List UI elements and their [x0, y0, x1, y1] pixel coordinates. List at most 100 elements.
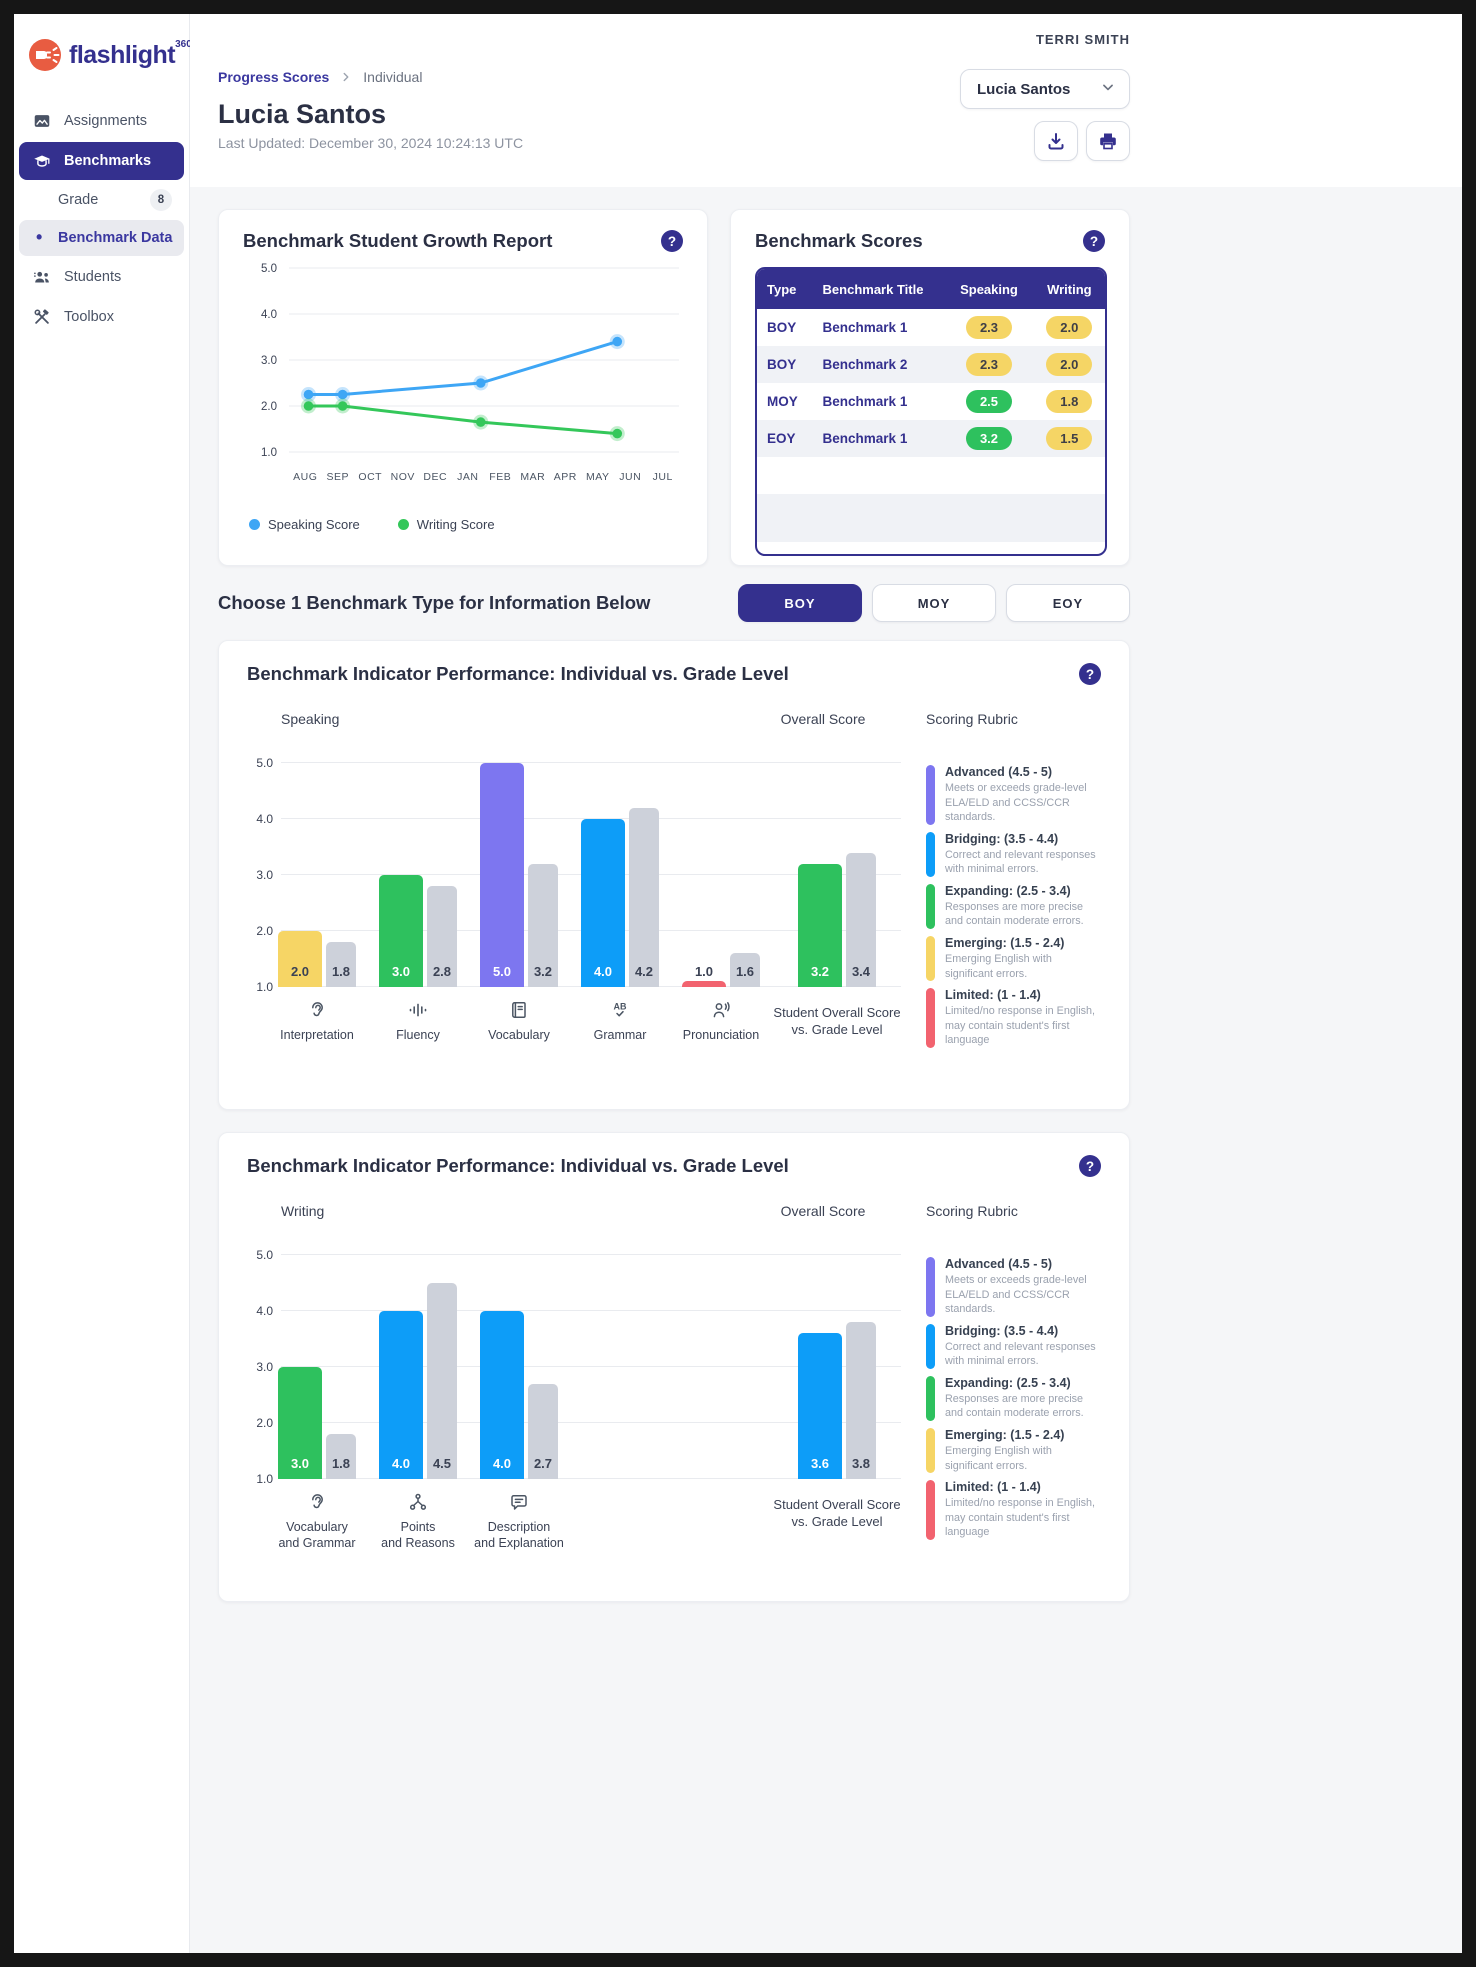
rubric-title: Limited: (1 - 1.4): [945, 1480, 1041, 1495]
gridline: [281, 762, 901, 763]
title-block: Progress Scores Individual Lucia Santos …: [218, 69, 523, 161]
sidebar-item-label: Students: [64, 269, 122, 285]
help-icon[interactable]: ?: [1083, 230, 1105, 252]
rubric-title: Bridging: (3.5 - 4.4): [945, 1323, 1059, 1338]
category-label: Description and Explanation: [459, 1491, 579, 1552]
category-label-line: Student Overall Score: [773, 1497, 901, 1512]
table-row[interactable]: BOY Benchmark 2 2.3 2.0: [757, 346, 1105, 383]
user-name[interactable]: TERRI SMITH: [218, 32, 1130, 47]
rubric-desc: Emerging English with significant errors…: [945, 1444, 1052, 1472]
last-updated: Last Updated: December 30, 2024 10:24:13…: [218, 135, 524, 151]
benchmark-title-link[interactable]: Benchmark 1: [823, 431, 908, 446]
rubric-level-bar: [926, 1257, 935, 1317]
rubric-item: Advanced (4.5 - 5) Meets or exceeds grade…: [926, 1257, 1101, 1317]
legend-swatch: [249, 519, 260, 530]
sidebar-item-label: Benchmark Data: [58, 230, 173, 246]
rubric-level-bar: [926, 831, 935, 877]
category-label-line: Description: [487, 1520, 551, 1534]
rubric-desc: Meets or exceeds grade-level ELA/ELD and…: [945, 782, 1087, 824]
speaking-axis-labels: Interpretation Fluency Vocabulary AB Grammar…: [280, 999, 901, 1085]
grade-level-bar: [427, 1283, 457, 1479]
grade-level-bar: [629, 807, 659, 987]
speaking-score-pill: 2.5: [965, 390, 1012, 413]
breadcrumb-progress-scores[interactable]: Progress Scores: [218, 69, 329, 85]
writing-score-cell: 2.0: [1030, 309, 1105, 346]
speaking-score-cell: 3.2: [944, 420, 1030, 457]
y-tick-label: 2.0: [256, 924, 273, 938]
rubric-title: Expanding: (2.5 - 3.4): [945, 1375, 1071, 1390]
sidebar-item-students[interactable]: Students: [19, 258, 184, 296]
category-label: Student Overall Score vs. Grade Level: [752, 1491, 922, 1531]
writing-performance-card: Benchmark Indicator Performance: Individ…: [218, 1132, 1130, 1602]
bar-value-label: 3.4: [851, 964, 871, 979]
moy-button[interactable]: MOY: [872, 584, 996, 622]
growth-report-card: Benchmark Student Growth Report ? 5.0 4.0…: [218, 209, 708, 566]
y-tick-label: 3.0: [256, 1360, 273, 1374]
help-icon[interactable]: ?: [1079, 1155, 1101, 1177]
boy-button[interactable]: BOY: [738, 584, 862, 622]
benchmark-title-link[interactable]: Benchmark 2: [823, 357, 908, 372]
category-label: Student Overall Score vs. Grade Level: [752, 999, 922, 1039]
student-score-bar: [581, 819, 625, 987]
rubric-level-bar: [926, 1427, 935, 1474]
svg-text:APR: APR: [554, 471, 577, 483]
benchmark-title-link[interactable]: Benchmark 1: [823, 394, 908, 409]
sidebar-item-benchmark-data[interactable]: • Benchmark Data: [19, 220, 184, 256]
category-label-line: vs. Grade Level: [791, 1021, 883, 1037]
download-button[interactable]: [1034, 121, 1078, 161]
rubric-level-bar: [926, 1375, 935, 1421]
y-tick-label: 3.0: [256, 868, 273, 882]
print-button[interactable]: [1086, 121, 1130, 161]
sidebar-item-toolbox[interactable]: Toolbox: [19, 298, 184, 336]
benchmark-title-link[interactable]: Benchmark 1: [823, 320, 908, 335]
main-area: TERRI SMITH Progress Scores Individual L…: [190, 14, 1462, 1953]
page-title: Lucia Santos: [218, 99, 387, 129]
rubric-item: Bridging: (3.5 - 4.4) Correct and relevan…: [926, 831, 1101, 877]
rubric-text: Expanding: (2.5 - 3.4) Responses are more…: [945, 1376, 1101, 1421]
table-row[interactable]: EOY Benchmark 1 3.2 1.5: [757, 420, 1105, 457]
rubric-text: Bridging: (3.5 - 4.4) Correct and relevan…: [945, 1324, 1101, 1369]
rubric-level-bar: [926, 988, 935, 1048]
sidebar-item-benchmarks[interactable]: Benchmarks: [19, 142, 184, 180]
benchmark-type-cell: MOY: [767, 394, 798, 409]
help-icon[interactable]: ?: [661, 230, 683, 252]
svg-text:4.0: 4.0: [261, 309, 277, 321]
benchmark-title-cell: Benchmark 1: [813, 383, 945, 420]
chevron-down-icon: [1099, 78, 1117, 100]
logo-text: flashlight: [69, 41, 176, 69]
svg-text:DEC: DEC: [423, 471, 447, 483]
help-icon[interactable]: ?: [1079, 663, 1101, 685]
app-window: flashlight 360 Assignments Benchmarks Gr…: [14, 14, 1462, 1953]
sidebar-item-grade[interactable]: Grade 8: [19, 182, 184, 218]
eoy-button[interactable]: EOY: [1006, 584, 1130, 622]
sidebar-item-label: Toolbox: [64, 309, 114, 325]
students-icon: [32, 267, 52, 287]
svg-text:NOV: NOV: [391, 471, 415, 483]
svg-text:SEP: SEP: [326, 471, 349, 483]
table-row[interactable]: BOY Benchmark 1 2.3 2.0: [757, 309, 1105, 346]
student-select[interactable]: Lucia Santos: [960, 69, 1130, 109]
benchmark-type-cell: EOY: [757, 420, 813, 457]
chat-icon: [459, 1491, 579, 1515]
rubric-level-bar: [926, 765, 935, 825]
y-tick-label: 1.0: [256, 980, 273, 994]
writing-score-pill: 1.8: [1046, 390, 1093, 413]
rubric-text: Emerging: (1.5 - 2.4) Emerging English wi…: [945, 1428, 1101, 1473]
scores-card-title: Benchmark Scores: [755, 230, 923, 251]
writing-score-cell: 1.5: [1029, 420, 1105, 457]
scoring-rubric-heading: Scoring Rubric: [926, 711, 1018, 727]
assignments-icon: [32, 111, 52, 131]
sidebar-item-assignments[interactable]: Assignments: [19, 102, 184, 140]
table-row[interactable]: MOY Benchmark 1 2.5 1.8: [757, 383, 1105, 420]
legend-item: Speaking Score: [249, 517, 360, 532]
chart-subtitle: Writing: [281, 1203, 325, 1219]
empty-cell: [757, 457, 1105, 494]
writing-score-cell: 2.0: [1029, 346, 1105, 383]
bar-value-label: 4.5: [432, 1456, 452, 1471]
rubric-item: Advanced (4.5 - 5) Meets or exceeds grade…: [926, 765, 1101, 825]
rubric-title: Expanding: (2.5 - 3.4): [945, 883, 1071, 898]
bar-value-label: 4.2: [634, 964, 654, 979]
gridline: [281, 1310, 901, 1311]
rubric-level-bar: [926, 1480, 935, 1540]
rubric-desc: Correct and relevant responses with mini…: [945, 848, 1096, 876]
